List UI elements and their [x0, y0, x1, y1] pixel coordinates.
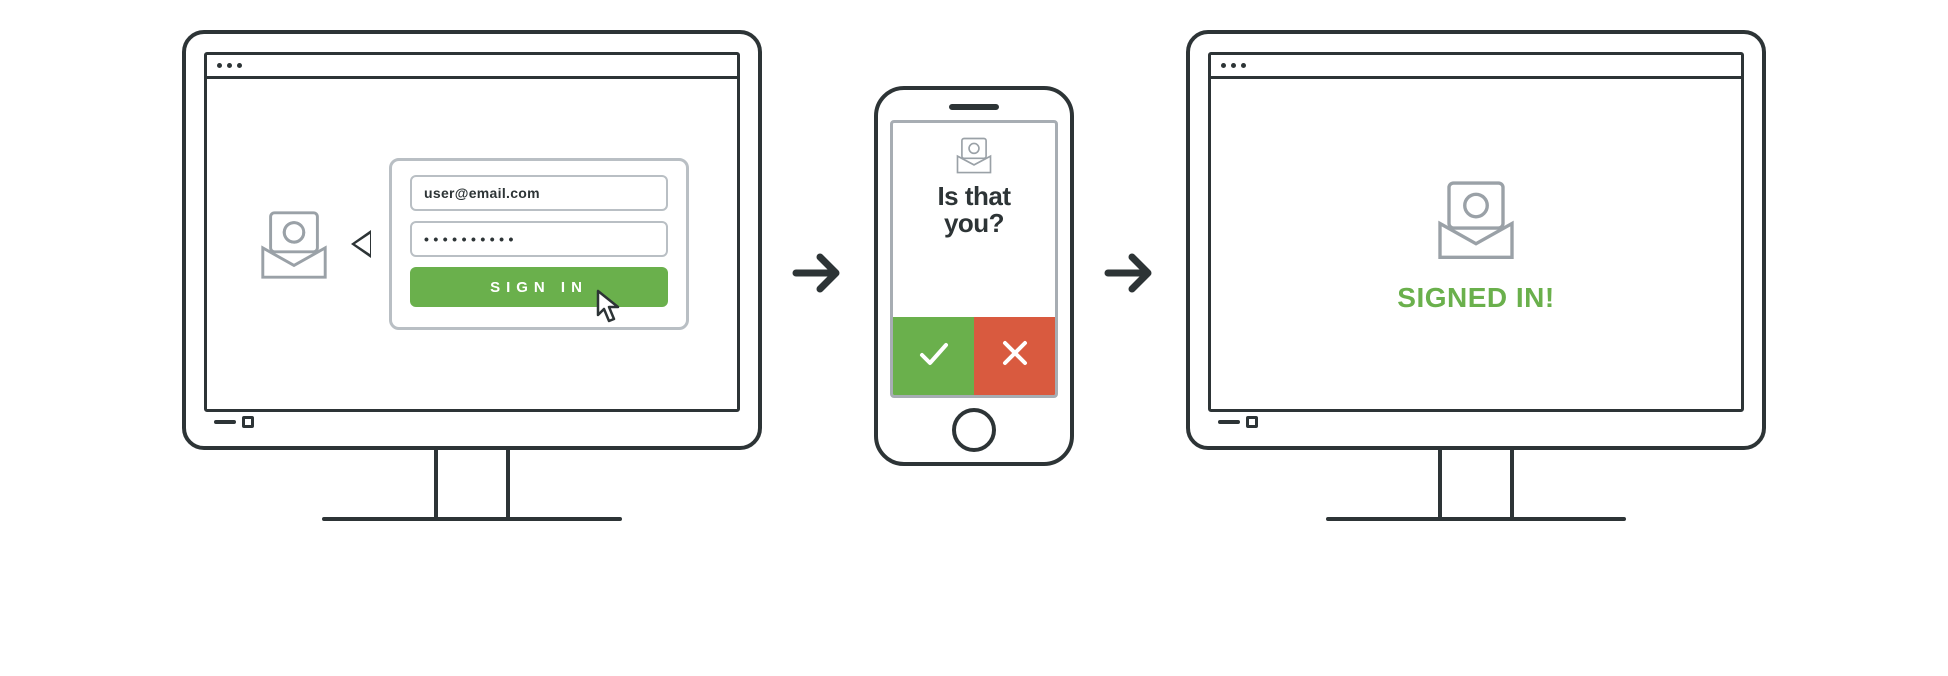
monitor-control-dash-icon [214, 420, 236, 424]
callout-pointer-icon [351, 230, 371, 258]
window-dot-icon [1241, 63, 1246, 68]
phone-prompt-line: Is that [937, 183, 1010, 210]
window-dot-icon [217, 63, 222, 68]
auth-flow-diagram: user@email.com • • • • • • • • • • SIGN … [182, 30, 1766, 521]
browser-body: SIGNED IN! [1211, 79, 1741, 409]
monitor-frame: SIGNED IN! [1186, 30, 1766, 450]
window-dot-icon [237, 63, 242, 68]
desktop-step-login: user@email.com • • • • • • • • • • SIGN … [182, 30, 762, 521]
monitor-control-square-icon [1246, 416, 1258, 428]
cursor-icon [596, 289, 626, 323]
monitor-control-dash-icon [1218, 420, 1240, 424]
cross-icon [995, 333, 1035, 378]
monitor-controls [1208, 412, 1744, 432]
monitor-base [322, 517, 622, 521]
monitor-frame: user@email.com • • • • • • • • • • SIGN … [182, 30, 762, 450]
phone-screen: Is that you? [890, 120, 1058, 398]
phone-prompt: Is that you? [937, 183, 1010, 238]
phone-step-confirm: Is that you? [874, 86, 1074, 466]
signed-in-label: SIGNED IN! [1397, 282, 1554, 314]
browser-window: SIGNED IN! [1208, 52, 1744, 412]
phone-button-row [893, 317, 1055, 395]
success-panel: SIGNED IN! [1397, 174, 1554, 314]
monitor-control-square-icon [242, 416, 254, 428]
monitor-controls [204, 412, 740, 432]
browser-body: user@email.com • • • • • • • • • • SIGN … [207, 79, 737, 409]
arrow-right-icon [1100, 243, 1160, 308]
phone-speaker-icon [949, 104, 999, 110]
email-field[interactable]: user@email.com [410, 175, 668, 211]
window-dot-icon [1231, 63, 1236, 68]
sign-in-button-label: SIGN IN [490, 279, 588, 296]
window-dot-icon [1221, 63, 1226, 68]
at-envelope-icon [255, 205, 333, 283]
monitor-stand [1438, 447, 1514, 517]
at-envelope-icon [952, 133, 996, 177]
browser-titlebar [207, 55, 737, 79]
login-area: user@email.com • • • • • • • • • • SIGN … [255, 158, 689, 330]
arrow-right-icon [788, 243, 848, 308]
phone-home-button[interactable] [952, 408, 996, 452]
browser-window: user@email.com • • • • • • • • • • SIGN … [204, 52, 740, 412]
confirm-no-button[interactable] [974, 317, 1055, 395]
password-field[interactable]: • • • • • • • • • • [410, 221, 668, 257]
monitor-stand [434, 447, 510, 517]
browser-titlebar [1211, 55, 1741, 79]
window-dot-icon [227, 63, 232, 68]
monitor-base [1326, 517, 1626, 521]
at-envelope-icon [1431, 174, 1521, 264]
check-icon [914, 333, 954, 378]
login-card: user@email.com • • • • • • • • • • SIGN … [389, 158, 689, 330]
sign-in-button[interactable]: SIGN IN [410, 267, 668, 307]
confirm-yes-button[interactable] [893, 317, 974, 395]
desktop-step-success: SIGNED IN! [1186, 30, 1766, 521]
phone-prompt-line: you? [937, 210, 1010, 237]
